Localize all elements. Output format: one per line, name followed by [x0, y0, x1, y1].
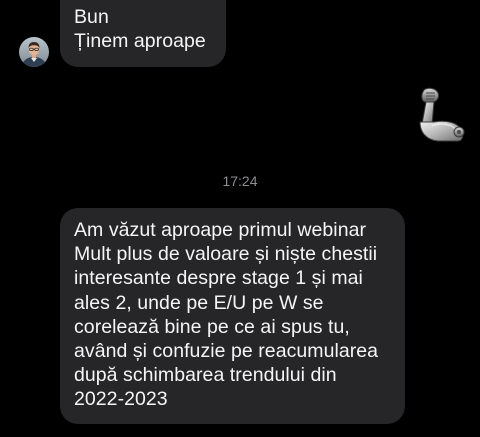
- message-text-line: corelează bine pe ce ai spus tu,: [74, 315, 350, 338]
- message-text-line: având și confuzie pe reacumularea: [74, 340, 379, 363]
- avatar-photo-icon: [19, 37, 49, 67]
- message-text-line: Bun: [74, 6, 109, 28]
- flexed-biceps-emoji[interactable]: [410, 86, 468, 148]
- message-text-line: interesante despre stage 1 și mai: [74, 267, 363, 290]
- message-bubble-incoming[interactable]: Am văzut aproape primul webinar Mult plu…: [60, 208, 405, 424]
- message-text-line: Ținem aproape: [74, 30, 206, 53]
- message-text-line: 2022-2023: [74, 388, 168, 411]
- message-text-line: ales 2, unde pe E/U pe W se: [74, 291, 324, 314]
- message-text-line: după schimbarea trendului din: [74, 364, 337, 387]
- message-text-line: Mult plus de valoare și niște chestii: [74, 243, 378, 266]
- avatar[interactable]: [19, 37, 49, 67]
- message-timestamp: 17:24: [222, 173, 258, 189]
- flexed-biceps-icon: [419, 87, 465, 142]
- message-bubble-incoming[interactable]: Bun Ținem aproape: [60, 0, 226, 67]
- message-text-line: Am văzut aproape primul webinar: [74, 219, 367, 241]
